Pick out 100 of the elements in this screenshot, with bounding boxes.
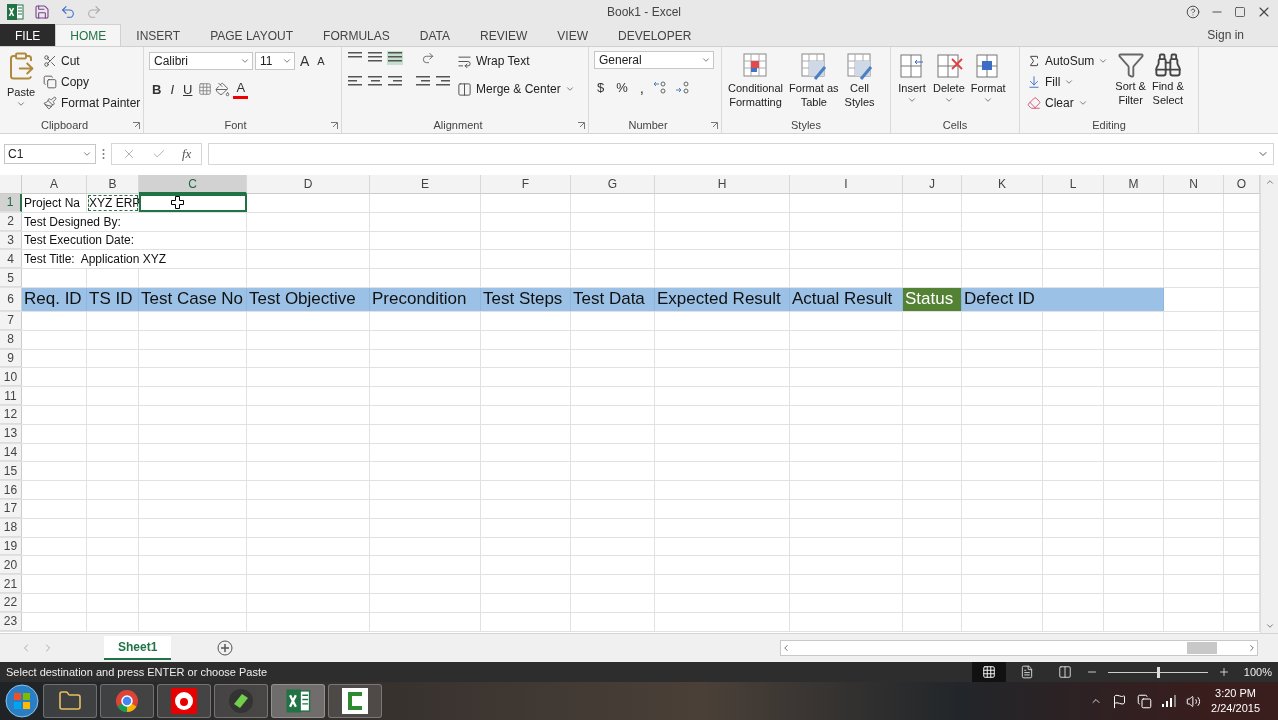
sheet-tab[interactable]: Sheet1: [104, 636, 172, 660]
zoom-level[interactable]: 100%: [1243, 666, 1272, 678]
style-button[interactable]: Format as Table: [788, 51, 840, 119]
dropdown-caret-icon[interactable]: [1077, 98, 1088, 108]
dropdown-caret-icon[interactable]: [907, 95, 917, 105]
increase-indent-icon[interactable]: [435, 75, 451, 89]
clipboard-button[interactable]: Cut: [41, 51, 143, 71]
ribbon-tab[interactable]: FILE: [0, 24, 56, 46]
row-header[interactable]: 11: [0, 387, 22, 405]
row-header[interactable]: 15: [0, 462, 22, 481]
ribbon-tab[interactable]: HOME: [55, 24, 122, 46]
row-header[interactable]: 1: [0, 194, 22, 212]
taskbar-app[interactable]: [100, 684, 154, 718]
page-break-icon[interactable]: [1057, 665, 1072, 679]
align-right-icon[interactable]: [387, 75, 403, 89]
signal-icon[interactable]: [1162, 695, 1177, 707]
row-header[interactable]: 16: [0, 481, 22, 499]
dialog-launcher-icon[interactable]: [133, 122, 140, 129]
normal-view-button[interactable]: [971, 662, 1006, 682]
dialog-launcher-icon[interactable]: [711, 122, 718, 129]
column-header[interactable]: K: [962, 175, 1043, 194]
font-size-field[interactable]: 11: [255, 52, 295, 70]
fill-color-icon[interactable]: [215, 81, 231, 97]
column-header[interactable]: M: [1104, 175, 1164, 194]
taskbar-app[interactable]: [271, 684, 325, 718]
shrink-font-button[interactable]: A: [314, 51, 328, 71]
device-icon[interactable]: [1137, 693, 1153, 709]
start-button[interactable]: [4, 683, 40, 719]
scroll-left-icon[interactable]: [781, 643, 791, 653]
ribbon-tab[interactable]: DATA: [404, 24, 465, 46]
page-icon[interactable]: [1019, 665, 1034, 679]
wrap-text-button[interactable]: Wrap Text: [455, 51, 577, 71]
font-style-button[interactable]: I: [167, 79, 177, 99]
font-color-button[interactable]: A: [233, 79, 249, 99]
formula-input[interactable]: [208, 143, 1274, 165]
copy-icon[interactable]: [43, 75, 57, 89]
row-header[interactable]: 4: [0, 250, 22, 269]
sigma-icon[interactable]: [1027, 54, 1041, 68]
editing-button[interactable]: Clear: [1025, 93, 1111, 113]
increase-decimal-icon[interactable]: [652, 80, 669, 94]
ribbon-tab[interactable]: DEVELOPER: [603, 24, 707, 46]
row-header[interactable]: 5: [0, 269, 22, 287]
orientation-icon[interactable]: [421, 51, 435, 65]
row-header[interactable]: 21: [0, 575, 22, 593]
column-header[interactable]: H: [655, 175, 790, 194]
undo-icon[interactable]: [60, 4, 76, 20]
column-header[interactable]: L: [1043, 175, 1104, 194]
row-header[interactable]: 6: [0, 288, 22, 311]
align-middle-icon[interactable]: [367, 51, 383, 65]
cells-button[interactable]: Insert: [896, 51, 928, 119]
editing-big-button[interactable]: Sort & Filter: [1114, 51, 1147, 119]
decrease-decimal-icon[interactable]: [674, 80, 691, 94]
help-icon[interactable]: [1186, 5, 1200, 19]
column-header[interactable]: N: [1164, 175, 1224, 194]
grid-icon[interactable]: [981, 665, 996, 679]
ribbon-tab[interactable]: REVIEW: [465, 24, 543, 46]
number-format-button[interactable]: $: [594, 77, 608, 97]
ribbon-tab[interactable]: FORMULAS: [308, 24, 405, 46]
volume-icon[interactable]: [1186, 693, 1202, 709]
scroll-up-icon[interactable]: [1264, 177, 1275, 187]
taskbar-app[interactable]: [328, 684, 382, 718]
column-header[interactable]: I: [790, 175, 903, 194]
save-icon[interactable]: [34, 4, 50, 20]
filter-icon[interactable]: [1116, 51, 1145, 79]
dropdown-caret-icon[interactable]: [701, 55, 711, 65]
dropdown-caret-icon[interactable]: [983, 95, 994, 105]
sign-in-link[interactable]: Sign in: [1207, 24, 1278, 46]
dropdown-caret-icon[interactable]: [282, 56, 292, 66]
ribbon-tab[interactable]: VIEW: [542, 24, 603, 46]
scroll-right-icon[interactable]: [1247, 643, 1257, 653]
horizontal-scrollbar[interactable]: [780, 640, 1258, 656]
fill-down-icon[interactable]: [1027, 75, 1041, 89]
clipboard-button[interactable]: Format Painter: [41, 93, 143, 113]
dropdown-caret-icon[interactable]: [16, 99, 26, 109]
align-bottom-icon[interactable]: [387, 51, 403, 65]
column-header[interactable]: B: [87, 175, 139, 194]
wrap-text-icon[interactable]: [457, 53, 472, 69]
font-name-field[interactable]: Calibri: [149, 52, 253, 70]
column-header[interactable]: G: [571, 175, 655, 194]
row-header[interactable]: 20: [0, 556, 22, 575]
ribbon-tab[interactable]: INSERT: [121, 24, 196, 46]
vertical-scrollbar[interactable]: [1260, 175, 1278, 633]
row-header[interactable]: 10: [0, 368, 22, 387]
column-header[interactable]: C: [139, 175, 247, 194]
dialog-launcher-icon[interactable]: [578, 122, 585, 129]
dropdown-caret-icon[interactable]: [564, 84, 575, 94]
grow-font-button[interactable]: A: [297, 51, 313, 71]
editing-button[interactable]: Fill: [1025, 72, 1111, 92]
borders-icon[interactable]: [198, 82, 213, 96]
spreadsheet-logo-icon[interactable]: [6, 3, 24, 21]
editing-button[interactable]: AutoSum: [1025, 51, 1111, 71]
column-header[interactable]: O: [1224, 175, 1260, 194]
ribbon-tab[interactable]: PAGE LAYOUT: [195, 24, 309, 46]
clipboard-button[interactable]: Copy: [41, 72, 143, 92]
eraser-icon[interactable]: [1027, 96, 1041, 110]
align-left-icon[interactable]: [347, 75, 363, 89]
paintbrush-icon[interactable]: [43, 96, 57, 110]
maximize-icon[interactable]: [1234, 6, 1246, 18]
column-header[interactable]: J: [903, 175, 962, 194]
action-center-icon[interactable]: [1112, 693, 1128, 709]
